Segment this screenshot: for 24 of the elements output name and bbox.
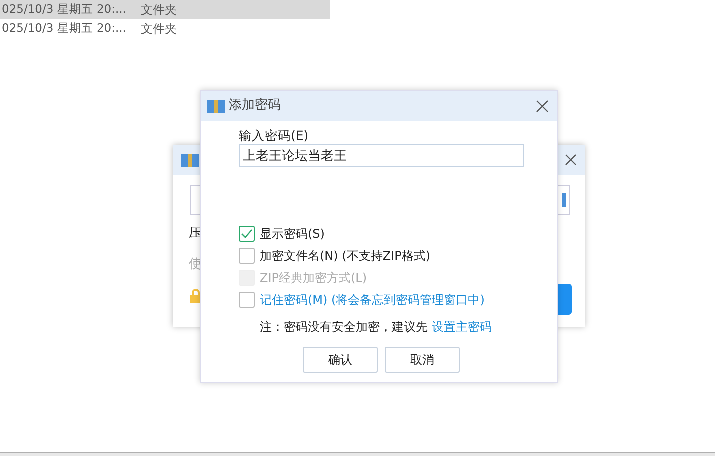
dialog-button[interactable]: 取消 — [385, 347, 460, 373]
option-label: 记住密码(M) (将会备忘到密码管理窗口中) — [260, 292, 485, 309]
checkbox[interactable] — [239, 292, 255, 308]
option-label: 加密文件名(N) (不支持ZIP格式) — [260, 248, 431, 265]
file-row[interactable]: 025/10/3 星期五 20:... 文件夹 — [0, 19, 330, 38]
checkbox[interactable] — [239, 226, 255, 242]
file-row[interactable]: 025/10/3 星期五 20:... 文件夹 — [0, 0, 330, 19]
type-cell-text: 文件夹 — [141, 20, 177, 38]
dialog-button[interactable]: 确认 — [303, 347, 378, 373]
set-master-password-link[interactable]: 设置主密码 — [432, 318, 492, 336]
password-field[interactable]: 上老王论坛当老王 — [239, 144, 524, 167]
option-label: ZIP经典加密方式(L) — [260, 270, 368, 287]
option-label: 显示密码(S) — [260, 226, 325, 243]
date-cell-text: 025/10/3 星期五 20:... — [2, 20, 128, 37]
date-cell-text: 025/10/3 星期五 20:... — [2, 0, 128, 18]
close-icon[interactable] — [565, 154, 577, 166]
field-label: 输入密码(E) — [239, 127, 310, 144]
type-cell-text: 文件夹 — [141, 2, 177, 18]
archive-folder-icon — [181, 152, 199, 168]
note-text: 注：密码没有安全加密，建议先 — [260, 319, 428, 336]
checkbox[interactable] — [239, 248, 255, 264]
close-icon[interactable] — [536, 100, 549, 112]
window-title: 添加密码 — [229, 97, 281, 116]
archive-folder-icon — [207, 98, 225, 114]
